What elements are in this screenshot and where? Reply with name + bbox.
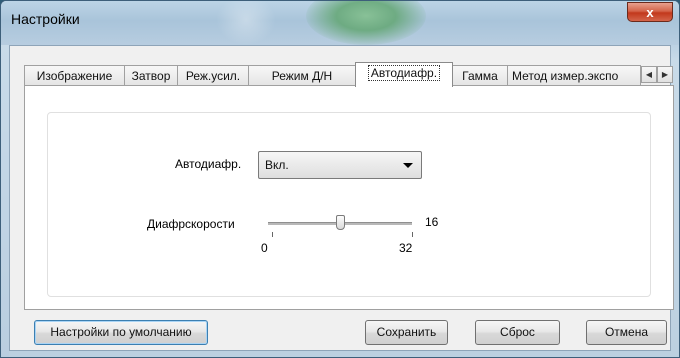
tab-metering[interactable]: Метод измер.экспо [507,65,641,86]
close-button[interactable]: x [627,2,673,22]
chevron-down-icon [403,163,413,168]
iris-speed-value: 16 [425,215,439,229]
defaults-button[interactable]: Настройки по умолчанию [34,320,208,345]
tab-shutter[interactable]: Затвор [124,65,178,86]
window-frame [1,45,9,357]
autoiris-select-value: Вкл. [265,158,289,172]
iris-speed-min-label: 0 [261,241,268,255]
tab-image[interactable]: Изображение [24,65,125,86]
title-bar-decoration [306,1,426,45]
autoiris-select[interactable]: Вкл. [258,151,422,179]
close-icon: x [646,5,654,20]
tab-scroll-right-button[interactable]: ▶ [657,66,673,83]
tab-gain-mode[interactable]: Реж.усил. [177,65,249,86]
iris-speed-slider-thumb[interactable] [336,215,345,230]
iris-speed-max-label: 32 [399,241,413,255]
tab-strip: Изображение Затвор Реж.усил. Режим Д/Н А… [24,62,674,87]
arrow-right-icon: ▶ [661,70,669,79]
tab-gamma[interactable]: Гамма [452,65,508,86]
autoiris-label: Автодиафр. [175,157,242,171]
reset-button[interactable]: Сброс [475,320,560,345]
tab-day-night[interactable]: Режим Д/Н [248,65,356,86]
title-bar-glow [216,1,276,45]
settings-group [47,112,651,297]
tab-autoiris[interactable]: Автодиафр. [355,62,453,87]
iris-speed-label: Диафрскорости [147,217,235,231]
cancel-button[interactable]: Отмена [586,320,667,345]
settings-dialog: Настройки x Изображение Затвор Реж.усил.… [0,0,680,358]
title-bar[interactable]: Настройки x [1,1,679,45]
slider-tick-min [272,232,273,237]
tab-scroll-left-button[interactable]: ◀ [641,66,657,83]
slider-tick-max [412,232,413,237]
window-title: Настройки [11,11,80,27]
save-button[interactable]: Сохранить [365,320,448,345]
arrow-left-icon: ◀ [645,70,653,79]
